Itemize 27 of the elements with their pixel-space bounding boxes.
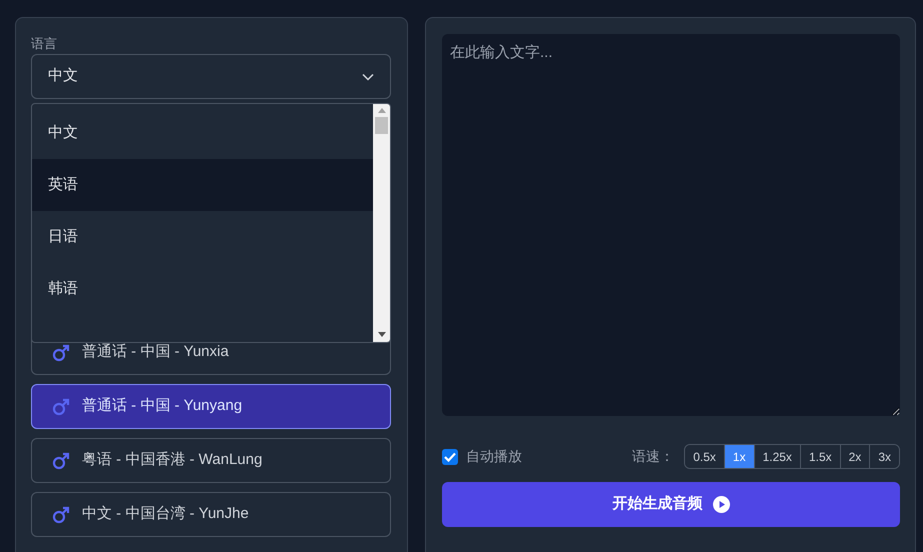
voice-option[interactable]: 粤语 - 中国香港 - WanLung [31,438,391,483]
male-symbol-icon [52,506,70,524]
text-input-field[interactable]: 在此输入文字... [442,34,900,416]
language-label: 语言 [31,35,57,53]
language-option[interactable]: 韩语 [32,263,373,315]
autoplay-checkbox[interactable] [442,448,458,464]
autoplay-label: 自动播放 [466,447,522,466]
voice-option[interactable]: 中文 - 中国台湾 - YunJhe [31,492,391,537]
speed-option[interactable]: 3x [869,445,899,468]
generate-audio-button[interactable]: 开始生成音频 [442,482,900,527]
male-symbol-icon [52,452,70,470]
language-option[interactable]: 日语 [32,211,373,263]
checkmark-icon [444,452,456,462]
male-symbol-icon [52,398,70,416]
language-option[interactable]: 英语 [32,159,373,211]
scrollbar-thumb[interactable] [375,117,388,134]
chevron-down-icon [362,72,374,80]
scroll-up-arrow-icon[interactable] [378,108,386,113]
scroll-down-arrow-icon[interactable] [378,332,386,337]
language-option[interactable]: 中文 [32,107,373,159]
speed-option[interactable]: 1x [724,445,754,468]
speed-label: 语速： [632,447,674,466]
voice-option[interactable]: 普通话 - 中国 - Yunyang [31,384,391,429]
scrollbar[interactable] [373,104,390,342]
language-select[interactable]: 中文 [31,54,391,99]
male-symbol-icon [52,344,70,362]
play-icon [712,496,730,513]
